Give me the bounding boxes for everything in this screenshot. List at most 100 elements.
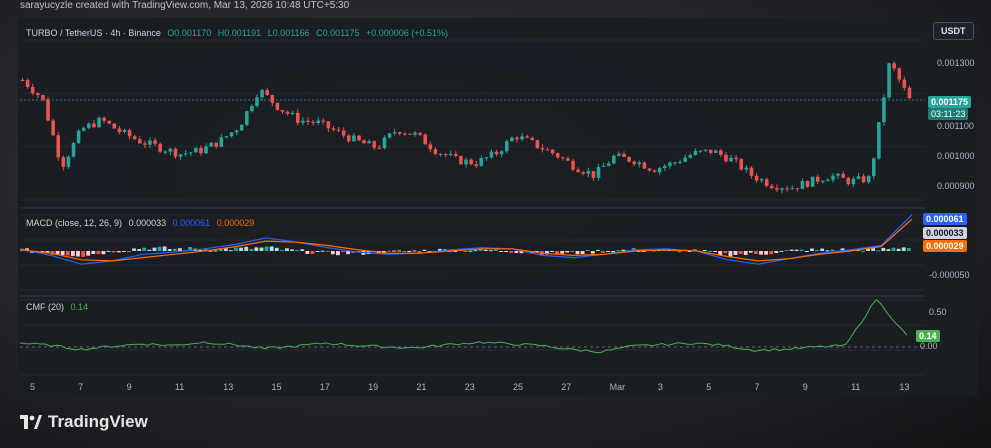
macd-tag-hist: 0.000029 <box>923 240 967 252</box>
candle-body <box>199 147 203 154</box>
candle-body <box>601 165 606 167</box>
candle-body <box>652 170 657 173</box>
candle-body <box>632 161 636 165</box>
cmf-scale-label: 0.00 <box>920 341 938 351</box>
candle-body <box>117 128 122 133</box>
macd-histogram-bar <box>65 251 70 256</box>
candle-body <box>336 129 341 131</box>
candle-body <box>107 120 111 124</box>
candle-body <box>606 163 611 166</box>
candle-body <box>438 154 443 156</box>
candle-body <box>683 157 687 162</box>
macd-histogram-bar <box>606 251 610 252</box>
time-axis-tick: 13 <box>899 382 910 392</box>
candle-body <box>550 149 555 154</box>
candle-body <box>479 158 484 166</box>
candle-body <box>56 135 61 158</box>
macd-histogram-bar <box>575 251 580 255</box>
candle-body <box>713 150 718 153</box>
candle-body <box>97 117 101 128</box>
candle-body <box>275 102 280 111</box>
time-axis-tick: 11 <box>174 382 185 392</box>
candle-body <box>382 137 387 149</box>
candle-body <box>387 133 392 138</box>
candle-body <box>194 147 198 153</box>
candle-body <box>530 137 535 140</box>
macd-histogram-bar <box>580 251 585 255</box>
macd-histogram-bar <box>279 249 284 251</box>
candle-body <box>250 105 254 112</box>
macd-histogram-bar <box>116 251 121 253</box>
candle-body <box>239 124 244 131</box>
candle-body <box>821 181 825 183</box>
macd-histogram-bar <box>488 250 493 252</box>
macd-histogram-bar <box>799 249 804 251</box>
candle-body <box>540 147 545 150</box>
candle-body <box>764 179 769 186</box>
macd-histogram-bar <box>753 251 758 254</box>
candle-body <box>642 162 647 169</box>
candle-body <box>372 141 377 148</box>
candle-body <box>831 175 835 180</box>
time-axis-tick: 17 <box>319 382 330 392</box>
macd-histogram-bar <box>86 251 91 256</box>
macd-histogram-bar <box>891 247 896 251</box>
candle-body <box>612 155 616 164</box>
candle-body <box>515 137 519 140</box>
candle-body <box>693 151 698 155</box>
candle-body <box>71 143 76 157</box>
macd-histogram-bar <box>677 251 682 253</box>
candle-body <box>367 141 371 144</box>
candle-body <box>785 188 789 190</box>
macd-histogram-bar <box>779 250 784 252</box>
candle-body <box>749 167 754 176</box>
macd-histogram-bar <box>743 251 748 256</box>
candle-body <box>775 188 779 190</box>
time-axis-tick: 7 <box>754 382 760 392</box>
macd-histogram-bar <box>111 251 116 253</box>
tradingview-logo-icon <box>20 415 42 429</box>
candle-body <box>209 142 213 147</box>
candle-body <box>703 149 708 151</box>
candle-body <box>188 152 193 154</box>
candle-body <box>871 158 876 177</box>
macd-histogram-bar <box>101 251 106 255</box>
macd-histogram-bar <box>723 251 728 254</box>
candle-body <box>637 162 642 165</box>
macd-histogram-bar <box>167 249 172 251</box>
macd-histogram-bar <box>310 251 315 254</box>
macd-histogram-bar <box>239 247 243 251</box>
macd-histogram-bar <box>804 251 809 252</box>
macd-histogram-bar <box>708 251 712 252</box>
candle-body <box>708 149 713 153</box>
candle-body <box>296 112 300 123</box>
macd-histogram-bar <box>713 251 718 252</box>
macd-histogram-bar <box>810 248 814 251</box>
macd-histogram-bar <box>570 251 575 252</box>
price-chart-svg[interactable] <box>0 0 991 448</box>
candle-body <box>673 162 677 164</box>
candle-body <box>102 117 106 121</box>
macd-histogram-bar <box>412 250 417 252</box>
tradingview-logo[interactable]: TradingView <box>20 412 148 432</box>
candle-body <box>214 142 219 147</box>
candle-body <box>484 157 489 159</box>
macd-histogram-bar <box>325 251 330 252</box>
candle-body <box>413 132 417 135</box>
brand-name: TradingView <box>48 412 148 431</box>
candle-body <box>504 141 509 152</box>
candle-body <box>204 146 208 154</box>
candle-body <box>270 95 275 103</box>
candle-body <box>443 154 448 156</box>
candle-body <box>474 164 478 166</box>
candle-body <box>561 157 565 159</box>
candle-body <box>510 137 514 142</box>
candle-body <box>153 140 157 144</box>
candle-body <box>744 167 749 170</box>
candle-body <box>352 135 356 142</box>
time-axis-tick: 3 <box>657 382 663 392</box>
time-axis-tick: 9 <box>802 382 808 392</box>
candle-body <box>418 132 422 135</box>
candle-body <box>316 120 320 124</box>
macd-histogram-bar <box>473 250 478 252</box>
